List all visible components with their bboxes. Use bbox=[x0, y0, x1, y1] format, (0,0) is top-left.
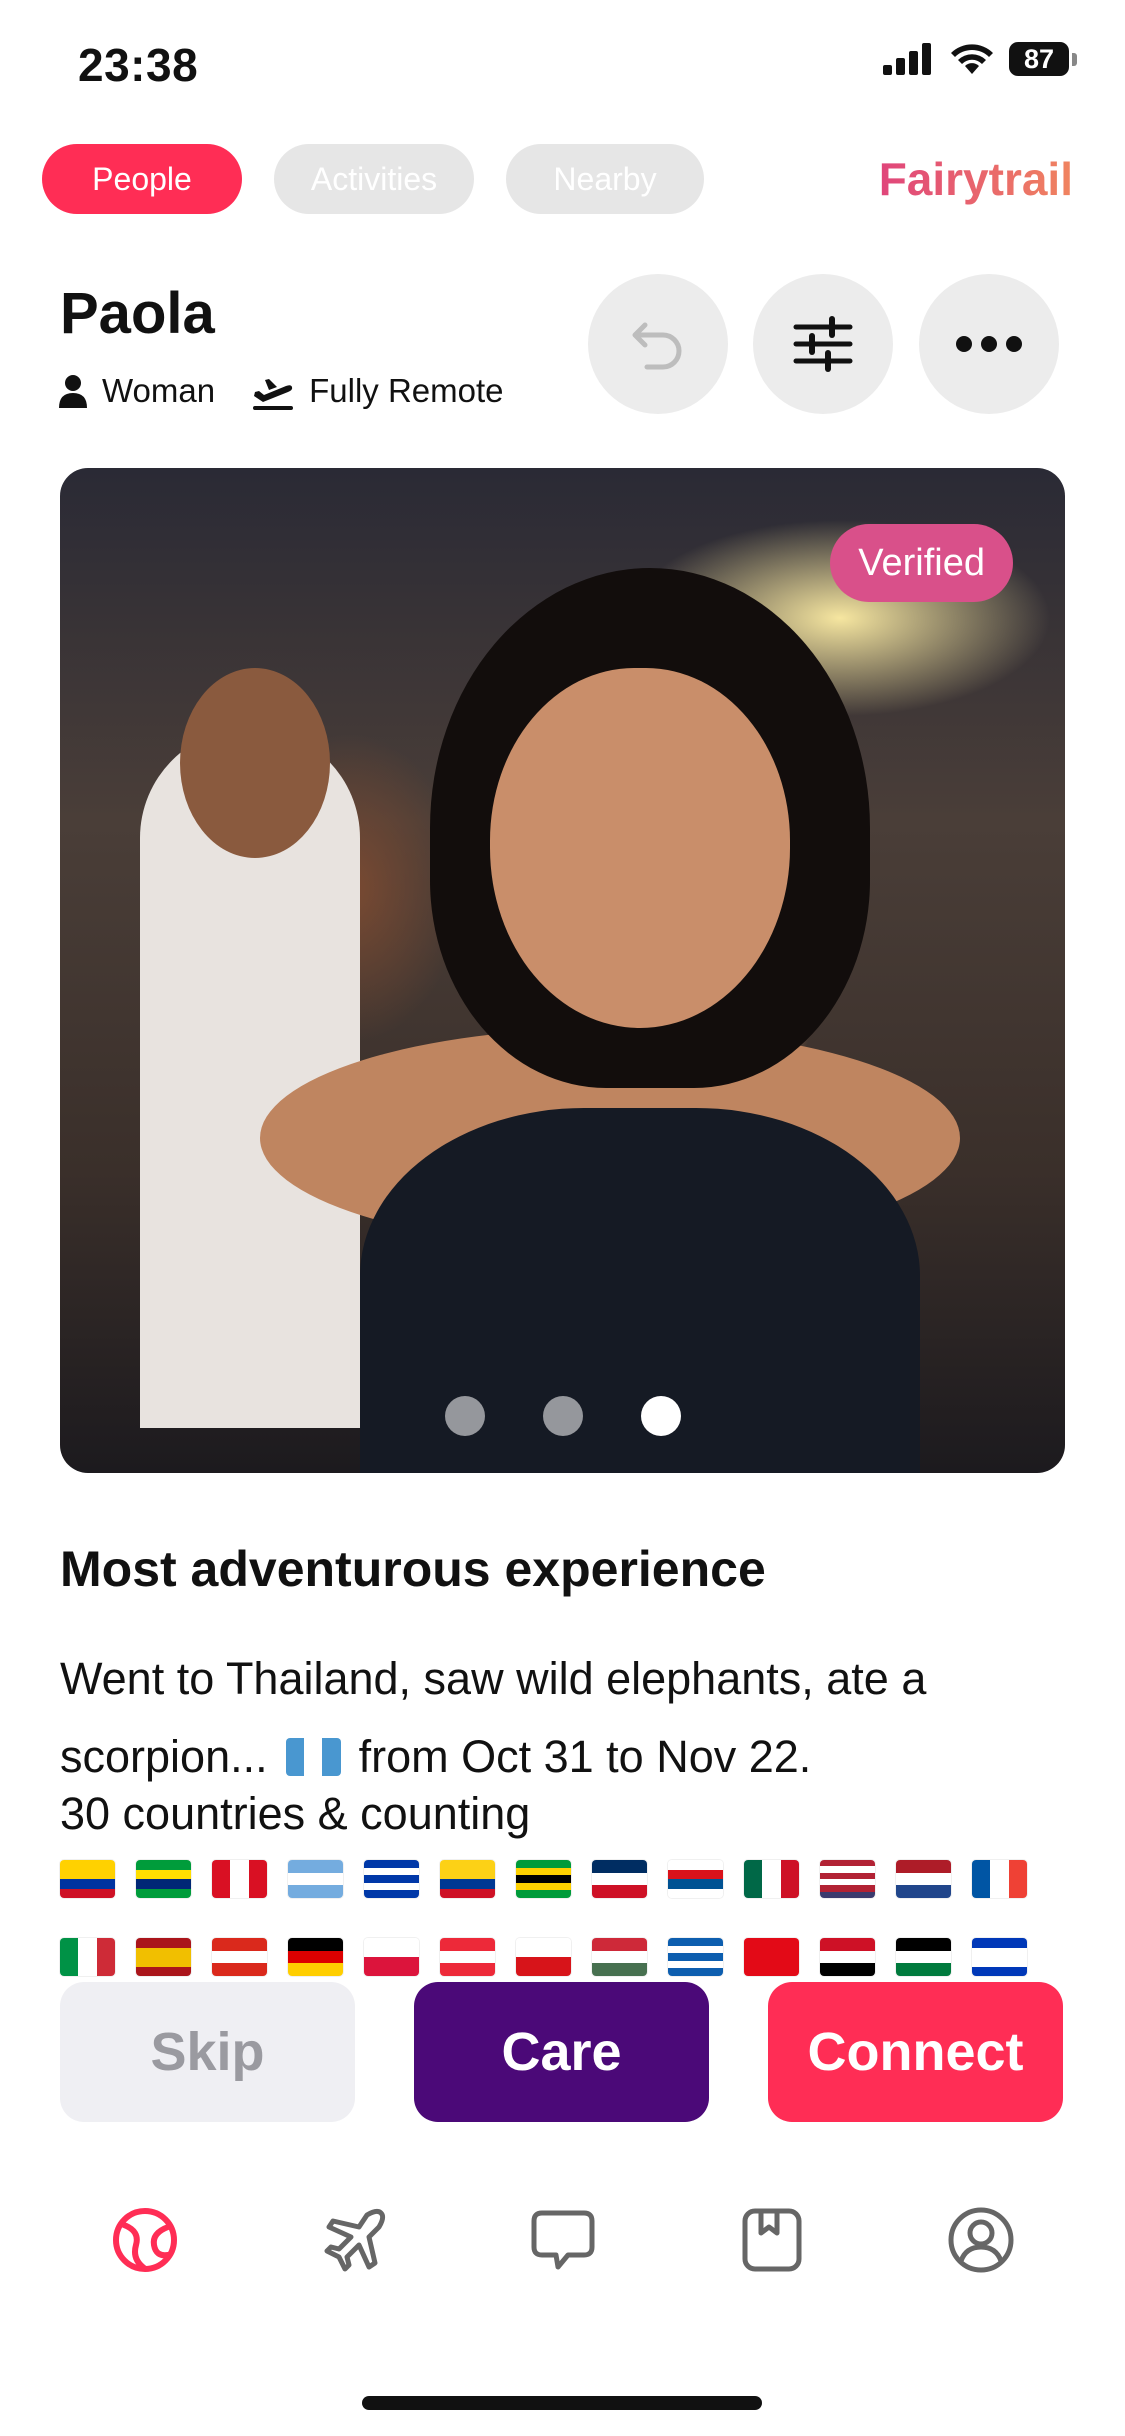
battery-level: 87 bbox=[1009, 42, 1069, 76]
nav-saved[interactable] bbox=[712, 2180, 832, 2300]
gender-item: Woman bbox=[58, 372, 215, 410]
background-person-head bbox=[180, 668, 330, 858]
action-bar: Skip Care Connect bbox=[60, 1982, 1063, 2122]
connect-button[interactable]: Connect bbox=[768, 1982, 1063, 2122]
flag-switzerland-icon bbox=[212, 1938, 267, 1976]
profile-photo[interactable]: Verified bbox=[60, 468, 1065, 1473]
chat-icon bbox=[531, 2210, 594, 2270]
flag-uruguay-icon bbox=[364, 1860, 419, 1898]
flag-czechia-icon bbox=[516, 1938, 571, 1976]
countries-count: 30 countries & counting bbox=[60, 1788, 531, 1839]
flag-ecuador-icon bbox=[60, 1860, 115, 1898]
flag-united-states-icon bbox=[820, 1860, 875, 1898]
battery-icon: 87 bbox=[1009, 42, 1077, 76]
flag-argentina-icon bbox=[288, 1860, 343, 1898]
photo-pagination bbox=[60, 1396, 1065, 1436]
wifi-icon bbox=[951, 44, 993, 74]
plane-departure-icon bbox=[253, 379, 294, 410]
profile-name: Paola bbox=[60, 281, 215, 346]
flag-colombia-icon bbox=[440, 1860, 495, 1898]
photo-dot-2[interactable] bbox=[542, 1396, 583, 1436]
sliders-icon bbox=[793, 316, 853, 372]
care-button[interactable]: Care bbox=[414, 1982, 709, 2122]
flag-israel-icon bbox=[972, 1938, 1027, 1976]
prompt-title: Most adventurous experience bbox=[60, 1541, 766, 1597]
photo-face bbox=[490, 668, 790, 1028]
photo-dot-1[interactable] bbox=[444, 1396, 485, 1436]
filters-button[interactable] bbox=[753, 274, 893, 414]
flag-jordan-icon bbox=[896, 1938, 951, 1976]
flag-hungary-icon bbox=[592, 1938, 647, 1976]
cellular-signal-icon bbox=[883, 43, 931, 75]
nav-trips[interactable] bbox=[294, 2180, 414, 2300]
flag-panama-icon bbox=[668, 1860, 723, 1898]
work-item: Fully Remote bbox=[251, 372, 504, 410]
verified-badge: Verified bbox=[830, 524, 1013, 602]
tab-people[interactable]: People bbox=[42, 144, 242, 214]
flag-germany-icon bbox=[288, 1938, 343, 1976]
flag-egypt-icon bbox=[820, 1938, 875, 1976]
profile-icon bbox=[948, 2207, 1013, 2273]
work-label: Fully Remote bbox=[309, 372, 504, 409]
status-time: 23:38 bbox=[78, 39, 199, 91]
nav-discover[interactable] bbox=[85, 2180, 205, 2300]
flag-dominican-republic-icon bbox=[592, 1860, 647, 1898]
home-indicator[interactable] bbox=[362, 2396, 762, 2410]
tab-activities[interactable]: Activities bbox=[274, 144, 474, 214]
top-tabs: People Activities Nearby bbox=[42, 144, 704, 214]
flag-italy-icon bbox=[60, 1938, 115, 1976]
flag-greece-icon bbox=[668, 1938, 723, 1976]
prompt-answer: Went to Thailand, saw wild elephants, at… bbox=[60, 1640, 1065, 1796]
photo-dot-3[interactable] bbox=[640, 1396, 681, 1436]
person-icon bbox=[59, 375, 87, 408]
nav-chat[interactable] bbox=[503, 2180, 623, 2300]
prompt-answer-line1: Went to Thailand, saw wild elephants, at… bbox=[60, 1653, 927, 1704]
brand-logo: Fairytrail bbox=[878, 153, 1073, 205]
flag-netherlands-icon bbox=[896, 1860, 951, 1898]
flag-peru-icon bbox=[212, 1860, 267, 1898]
flag-brazil-icon bbox=[136, 1860, 191, 1898]
undo-icon bbox=[632, 322, 682, 370]
prompt-answer-line2: scorpion... from Oct 31 to Nov 22. bbox=[60, 1718, 1065, 1796]
country-flags bbox=[60, 1860, 1070, 1976]
undo-button[interactable] bbox=[588, 274, 728, 414]
status-icons: 87 bbox=[883, 42, 1077, 76]
flag-mexico-icon bbox=[744, 1860, 799, 1898]
prompt-answer-line2-suffix: from Oct 31 to Nov 22. bbox=[358, 1731, 812, 1782]
more-button[interactable] bbox=[919, 274, 1059, 414]
flag-turkey-icon bbox=[744, 1938, 799, 1976]
flag-jamaica-icon bbox=[516, 1860, 571, 1898]
nav-profile[interactable] bbox=[921, 2180, 1041, 2300]
prompt-answer-line2-prefix: scorpion... bbox=[60, 1731, 268, 1782]
bottom-nav bbox=[0, 2180, 1125, 2300]
tab-nearby[interactable]: Nearby bbox=[506, 144, 704, 214]
saved-icon bbox=[742, 2208, 801, 2272]
guatemala-flag-icon bbox=[285, 1738, 341, 1776]
flag-spain-icon bbox=[136, 1938, 191, 1976]
gender-label: Woman bbox=[102, 372, 216, 409]
airplane-icon bbox=[324, 2208, 385, 2272]
flag-france-icon bbox=[972, 1860, 1027, 1898]
skip-button[interactable]: Skip bbox=[60, 1982, 355, 2122]
flag-poland-icon bbox=[364, 1938, 419, 1976]
discover-icon bbox=[112, 2208, 177, 2272]
flag-austria-icon bbox=[440, 1938, 495, 1976]
more-dots-icon bbox=[956, 336, 1022, 352]
profile-meta: Woman Fully Remote bbox=[58, 372, 540, 410]
